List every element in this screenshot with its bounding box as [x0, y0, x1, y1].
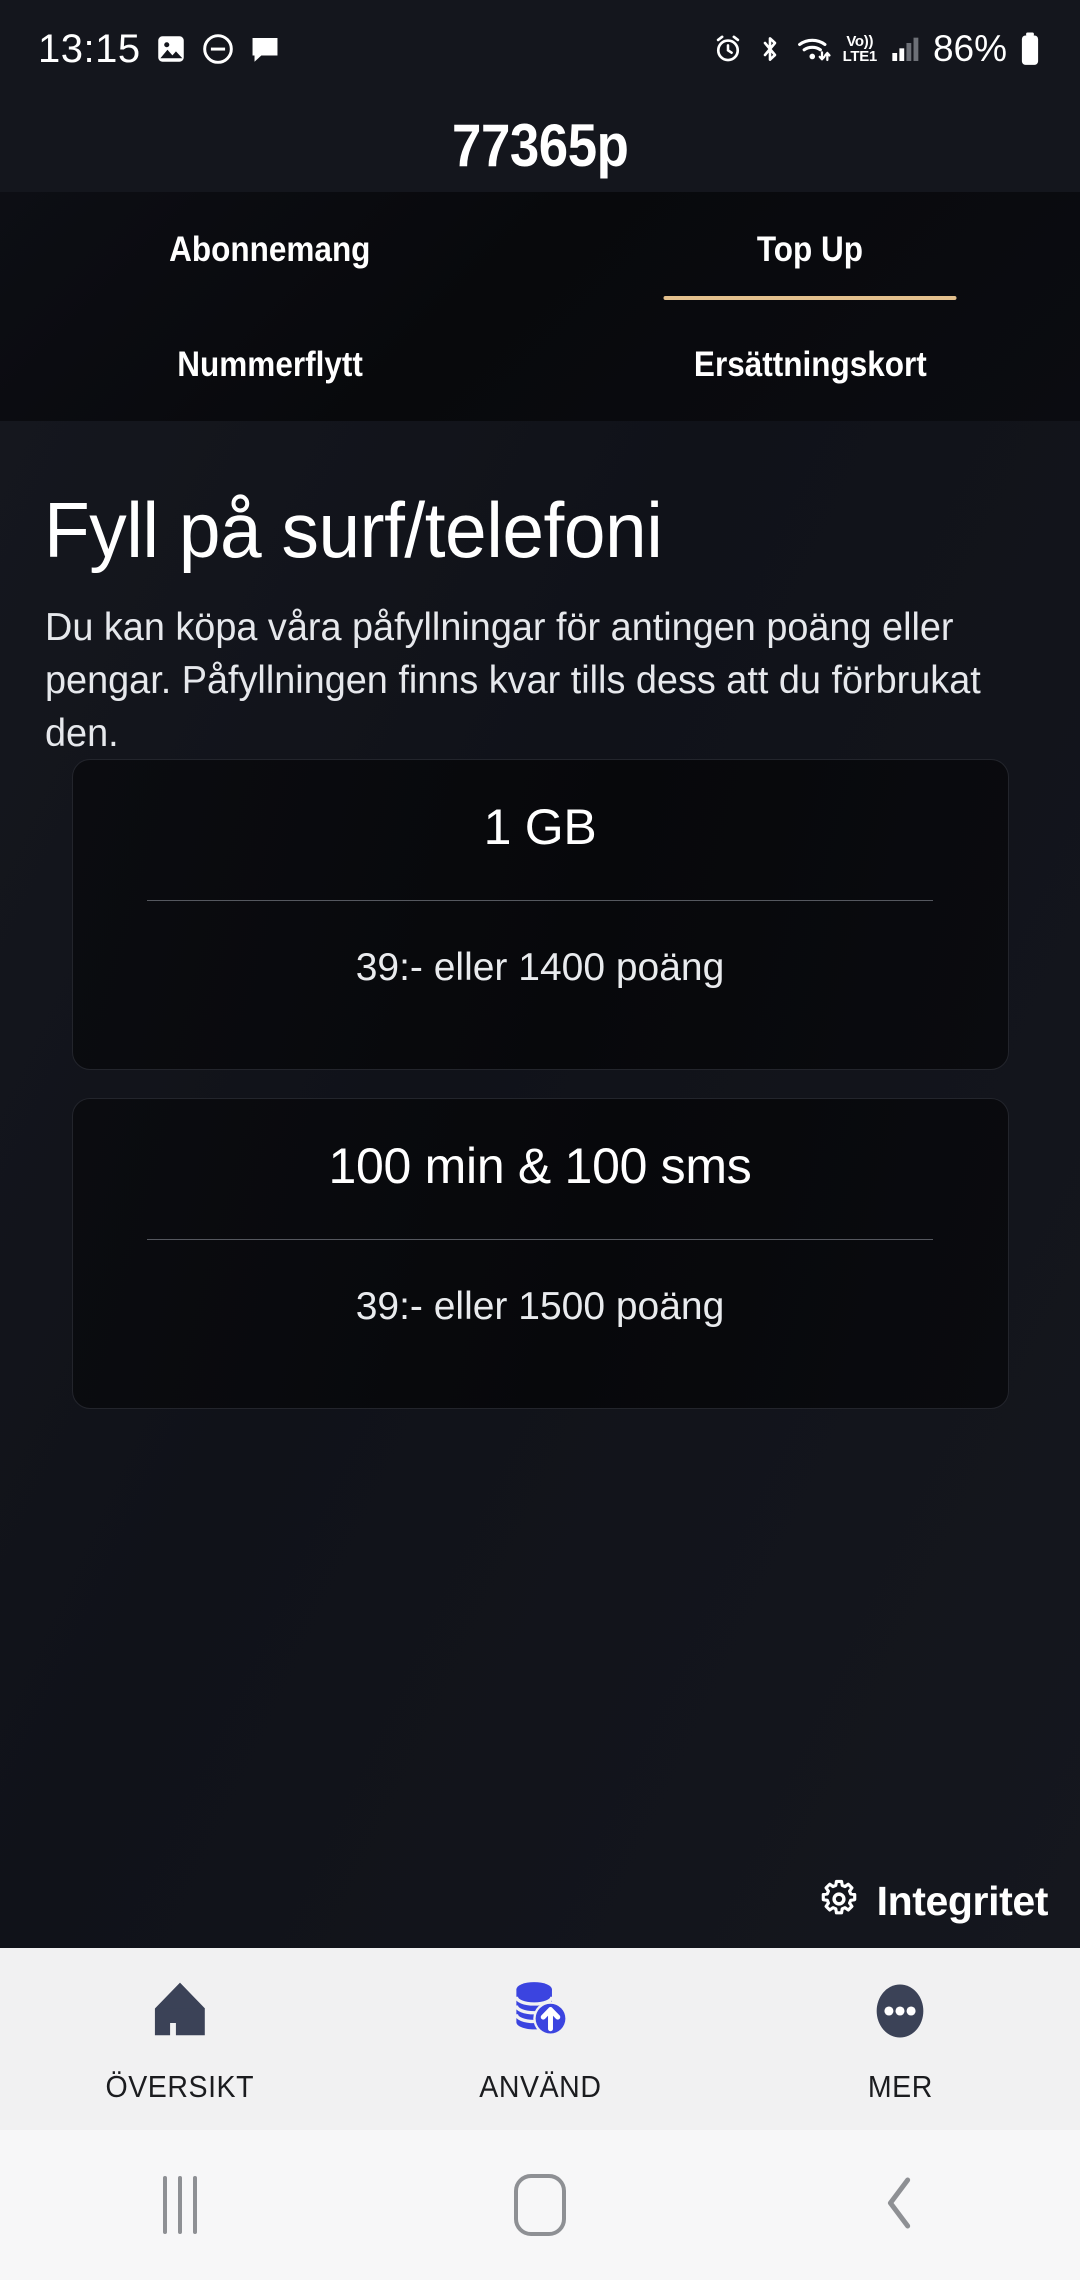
status-bar: 13:15 Vo)) LTE1 86%: [0, 0, 1080, 98]
home-square-icon: [514, 2174, 566, 2236]
section-description: Du kan köpa våra påfyllningar för anting…: [45, 606, 981, 755]
system-navigation-bar: [0, 2130, 1080, 2280]
back-chevron-icon: [877, 2174, 923, 2237]
tab-top-up[interactable]: Top Up: [540, 192, 1080, 308]
tab-ersattningskort[interactable]: Ersättningskort: [540, 308, 1080, 421]
recents-icon: [163, 2176, 197, 2234]
topup-card-price: 39:- eller 1500 poäng: [355, 1285, 725, 1328]
bottom-navigation: ÖVERSIKT ANVÄND MER: [0, 1948, 1080, 2130]
tab-abonnemang[interactable]: Abonnemang: [0, 192, 540, 308]
privacy-settings-button[interactable]: Integritet: [809, 1871, 1056, 1932]
battery-icon: [1018, 31, 1042, 67]
tab-row-secondary: Nummerflytt Ersättningskort: [0, 308, 1080, 421]
topup-card-price: 39:- eller 1400 poäng: [355, 946, 725, 989]
back-button[interactable]: [720, 2174, 1080, 2237]
gear-icon: [817, 1877, 861, 1926]
nav-item-mer[interactable]: MER: [720, 1973, 1080, 2105]
main-content: Fyll på surf/telefoni Du kan köpa våra p…: [0, 421, 1080, 1948]
nav-item-oversikt-label: ÖVERSIKT: [105, 2069, 255, 2104]
coins-up-arrow-icon: [504, 1973, 576, 2049]
tab-top-up-label: Top Up: [756, 230, 864, 269]
privacy-settings-label: Integritet: [876, 1878, 1049, 1924]
nav-item-mer-label: MER: [867, 2069, 933, 2104]
tab-ersattningskort-label: Ersättningskort: [693, 344, 927, 384]
battery-percent-label: 86%: [932, 28, 1007, 69]
do-not-disturb-icon: [201, 32, 235, 66]
app-title-bar: 77365p: [0, 98, 1080, 192]
recents-button[interactable]: [0, 2176, 360, 2234]
status-bar-right: Vo)) LTE1 86%: [712, 28, 1042, 70]
image-icon: [154, 32, 188, 66]
tab-nummerflytt[interactable]: Nummerflytt: [0, 308, 540, 421]
topup-offer-list: 1 GB 39:- eller 1400 poäng 100 min & 100…: [0, 759, 1080, 1437]
topup-card-title: 1 GB: [483, 799, 597, 855]
status-bar-clock: 13:15: [38, 26, 141, 71]
volte-icon: Vo)) LTE1: [842, 33, 878, 65]
tab-nummerflytt-label: Nummerflytt: [177, 344, 363, 384]
page-title: 77365p: [451, 111, 629, 179]
wifi-icon: [796, 33, 832, 65]
alarm-icon: [712, 33, 744, 65]
status-bar-left: 13:15: [38, 27, 282, 72]
bluetooth-icon: [755, 33, 785, 65]
nav-item-anvand[interactable]: ANVÄND: [360, 1973, 720, 2105]
more-dots-icon: [864, 1973, 936, 2049]
tab-abonnemang-label: Abonnemang: [169, 230, 371, 269]
tab-navigation: Abonnemang Top Up Nummerflytt Ersättning…: [0, 192, 1080, 421]
section-heading: Fyll på surf/telefoni: [44, 486, 663, 574]
topup-card-title: 100 min & 100 sms: [328, 1138, 752, 1194]
home-icon: [143, 1973, 217, 2049]
nav-item-anvand-label: ANVÄND: [478, 2069, 602, 2104]
topup-card[interactable]: 100 min & 100 sms 39:- eller 1500 poäng: [71, 1098, 1009, 1409]
topup-card[interactable]: 1 GB 39:- eller 1400 poäng: [71, 759, 1009, 1070]
home-button[interactable]: [360, 2174, 720, 2236]
nav-item-oversikt[interactable]: ÖVERSIKT: [0, 1973, 360, 2105]
phone-screen: 13:15 Vo)) LTE1 86% 77365p Abonnemang To…: [0, 0, 1080, 2280]
signal-icon: [888, 33, 922, 65]
active-tab-indicator: [663, 296, 957, 300]
tab-row-primary: Abonnemang Top Up: [0, 192, 1080, 308]
message-bubble-icon: [248, 32, 282, 66]
